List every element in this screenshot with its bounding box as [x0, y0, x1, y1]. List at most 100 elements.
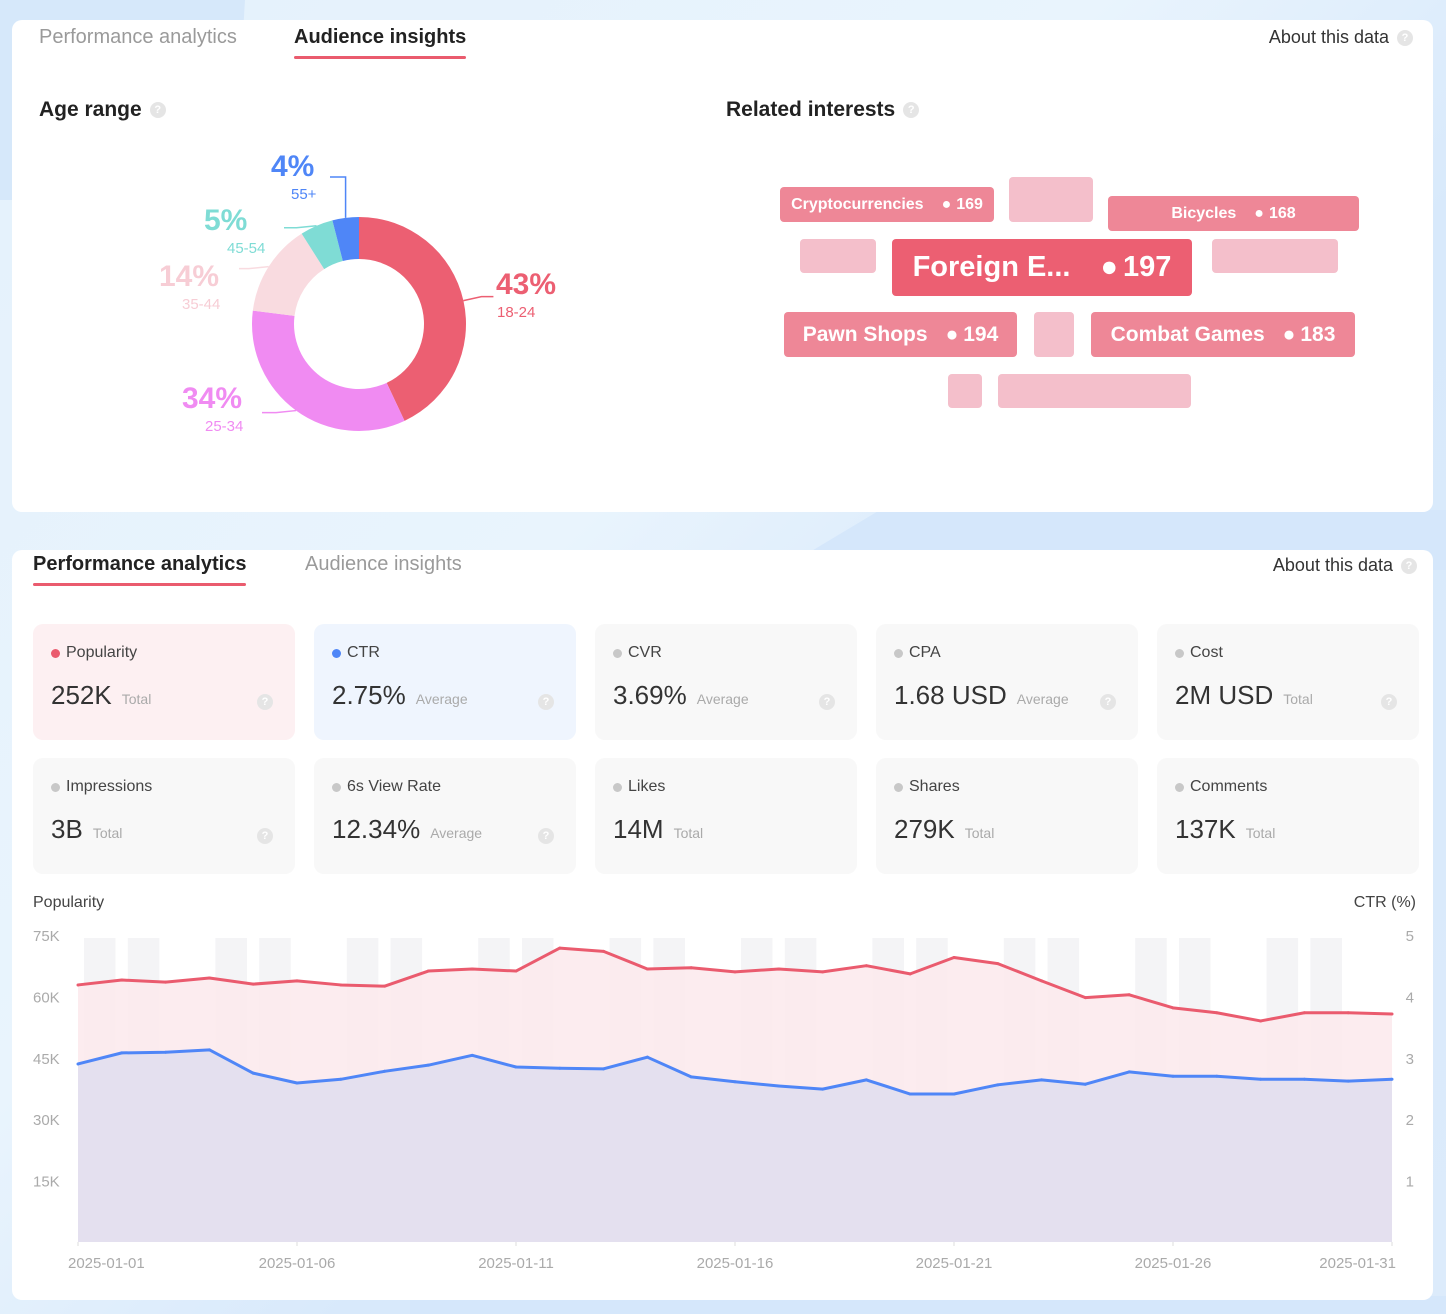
popularity-point-2025-01-31[interactable] [1390, 1012, 1394, 1016]
ctr-point-2025-01-26[interactable] [1171, 1074, 1175, 1078]
popularity-point-2025-01-06[interactable] [295, 979, 299, 983]
popularity-point-2025-01-23[interactable] [1040, 979, 1044, 983]
donut-leader-line [463, 295, 494, 302]
popularity-point-2025-01-20[interactable] [908, 972, 912, 976]
ctr-point-2025-01-07[interactable] [339, 1077, 343, 1081]
audience-insights-card: Performance analytics Audience insights … [12, 20, 1433, 512]
age-range-donut-chart [239, 176, 494, 431]
popularity-point-2025-01-15[interactable] [689, 966, 693, 970]
popularity-point-2025-01-12[interactable] [558, 946, 562, 950]
y-tick-label: 45K [33, 1051, 60, 1068]
interest-score: 168 [1268, 204, 1296, 222]
ctr-point-2025-01-04[interactable] [207, 1048, 211, 1052]
interest-tag-combat-games[interactable]: Combat Games ● 183 [1091, 312, 1355, 357]
fire-drop-icon: ● [1100, 251, 1119, 283]
donut-label-percent: 43% [496, 268, 557, 301]
popularity-point-2025-01-11[interactable] [514, 969, 518, 973]
ctr-point-2025-01-14[interactable] [645, 1055, 649, 1059]
popularity-point-2025-01-26[interactable] [1171, 1006, 1175, 1010]
donut-label-range: 45-54 [227, 240, 266, 257]
popularity-point-2025-01-09[interactable] [426, 969, 430, 973]
popularity-point-2025-01-02[interactable] [120, 978, 124, 982]
ctr-point-2025-01-23[interactable] [1040, 1078, 1044, 1082]
ctr-point-2025-01-12[interactable] [558, 1066, 562, 1070]
x-tick-label: 2025-01-01 [68, 1255, 145, 1272]
interest-tag-foreign-exchange[interactable]: Foreign E... ● 197 [892, 239, 1192, 296]
donut-label-range: 55+ [291, 186, 317, 203]
ctr-point-2025-01-08[interactable] [383, 1069, 387, 1073]
donut-label-range: 35-44 [182, 296, 221, 313]
popularity-ctr-line-chart: 15K 30K 45K 60K 75K 1 2 3 4 5 2025-01-01 2025-01-06… [33, 928, 1414, 1272]
interest-name: Combat Games [1110, 322, 1265, 346]
popularity-point-2025-01-27[interactable] [1215, 1011, 1219, 1015]
ctr-point-2025-01-28[interactable] [1259, 1077, 1263, 1081]
donut-label-percent: 34% [182, 382, 243, 415]
ctr-point-2025-01-30[interactable] [1346, 1079, 1350, 1083]
popularity-point-2025-01-05[interactable] [251, 982, 255, 986]
ctr-point-2025-01-06[interactable] [295, 1081, 299, 1085]
ctr-point-2025-01-25[interactable] [1127, 1070, 1131, 1074]
help-icon[interactable]: ? [1397, 29, 1413, 46]
ctr-point-2025-01-11[interactable] [514, 1065, 518, 1069]
ctr-point-2025-01-03[interactable] [164, 1050, 168, 1054]
ctr-point-2025-01-18[interactable] [821, 1087, 825, 1091]
popularity-point-2025-01-18[interactable] [821, 970, 825, 974]
ctr-point-2025-01-17[interactable] [777, 1084, 781, 1088]
popularity-point-2025-01-17[interactable] [777, 967, 781, 971]
ctr-point-2025-01-22[interactable] [996, 1083, 1000, 1087]
interest-tag-bicycles[interactable]: Bicycles ● 168 [1108, 196, 1359, 231]
y-tick-label: 30K [33, 1112, 60, 1129]
popularity-point-2025-01-16[interactable] [733, 970, 737, 974]
interest-name: Bicycles [1171, 204, 1237, 222]
popularity-point-2025-01-22[interactable] [996, 962, 1000, 966]
ctr-point-2025-01-15[interactable] [689, 1075, 693, 1079]
about-this-data-link[interactable]: About this data ? [1269, 27, 1413, 48]
popularity-point-2025-01-03[interactable] [164, 980, 168, 984]
popularity-point-2025-01-04[interactable] [207, 976, 211, 980]
y-tick-label: 75K [33, 928, 60, 945]
ctr-point-2025-01-01[interactable] [76, 1062, 80, 1066]
interest-tag-cryptocurrencies[interactable]: Cryptocurrencies ● 169 [780, 187, 994, 222]
ctr-point-2025-01-31[interactable] [1390, 1077, 1394, 1081]
ctr-point-2025-01-19[interactable] [864, 1078, 868, 1082]
interest-placeholder [800, 239, 876, 273]
popularity-point-2025-01-30[interactable] [1346, 1011, 1350, 1015]
ctr-point-2025-01-21[interactable] [952, 1092, 956, 1096]
donut-leader-line [239, 265, 269, 270]
ctr-point-2025-01-05[interactable] [251, 1071, 255, 1075]
interest-score: 169 [956, 195, 983, 213]
interest-tag-pawn-shops[interactable]: Pawn Shops ● 194 [784, 312, 1017, 357]
x-tick-label: 2025-01-26 [1135, 1255, 1212, 1272]
ctr-point-2025-01-27[interactable] [1215, 1074, 1219, 1078]
popularity-point-2025-01-29[interactable] [1302, 1011, 1306, 1015]
x-tick-label: 2025-01-21 [916, 1255, 993, 1272]
popularity-point-2025-01-01[interactable] [76, 983, 80, 987]
interest-score: 183 [1300, 322, 1336, 346]
popularity-point-2025-01-25[interactable] [1127, 993, 1131, 997]
ctr-point-2025-01-02[interactable] [120, 1051, 124, 1055]
popularity-point-2025-01-24[interactable] [1083, 996, 1087, 1000]
popularity-point-2025-01-07[interactable] [339, 983, 343, 987]
ctr-point-2025-01-29[interactable] [1302, 1077, 1306, 1081]
ctr-point-2025-01-13[interactable] [602, 1067, 606, 1071]
popularity-point-2025-01-10[interactable] [470, 967, 474, 971]
popularity-point-2025-01-19[interactable] [864, 964, 868, 968]
help-icon[interactable]: ? [903, 102, 920, 118]
interest-placeholder [998, 374, 1191, 408]
popularity-point-2025-01-08[interactable] [383, 984, 387, 988]
interest-name: Foreign E... [912, 251, 1071, 283]
popularity-point-2025-01-28[interactable] [1259, 1019, 1263, 1023]
fire-drop-icon: ● [1282, 322, 1296, 346]
ctr-point-2025-01-24[interactable] [1083, 1082, 1087, 1086]
fire-drop-icon: ● [945, 322, 959, 346]
y2-tick-label: 4 [1406, 989, 1414, 1006]
ctr-point-2025-01-10[interactable] [470, 1053, 474, 1057]
popularity-point-2025-01-14[interactable] [645, 967, 649, 971]
popularity-point-2025-01-21[interactable] [952, 956, 956, 960]
popularity-point-2025-01-13[interactable] [602, 949, 606, 953]
ctr-point-2025-01-16[interactable] [733, 1080, 737, 1084]
y-tick-label: 15K [33, 1174, 60, 1191]
fire-drop-icon: ● [941, 195, 952, 213]
ctr-point-2025-01-09[interactable] [426, 1063, 430, 1067]
ctr-point-2025-01-20[interactable] [908, 1092, 912, 1096]
